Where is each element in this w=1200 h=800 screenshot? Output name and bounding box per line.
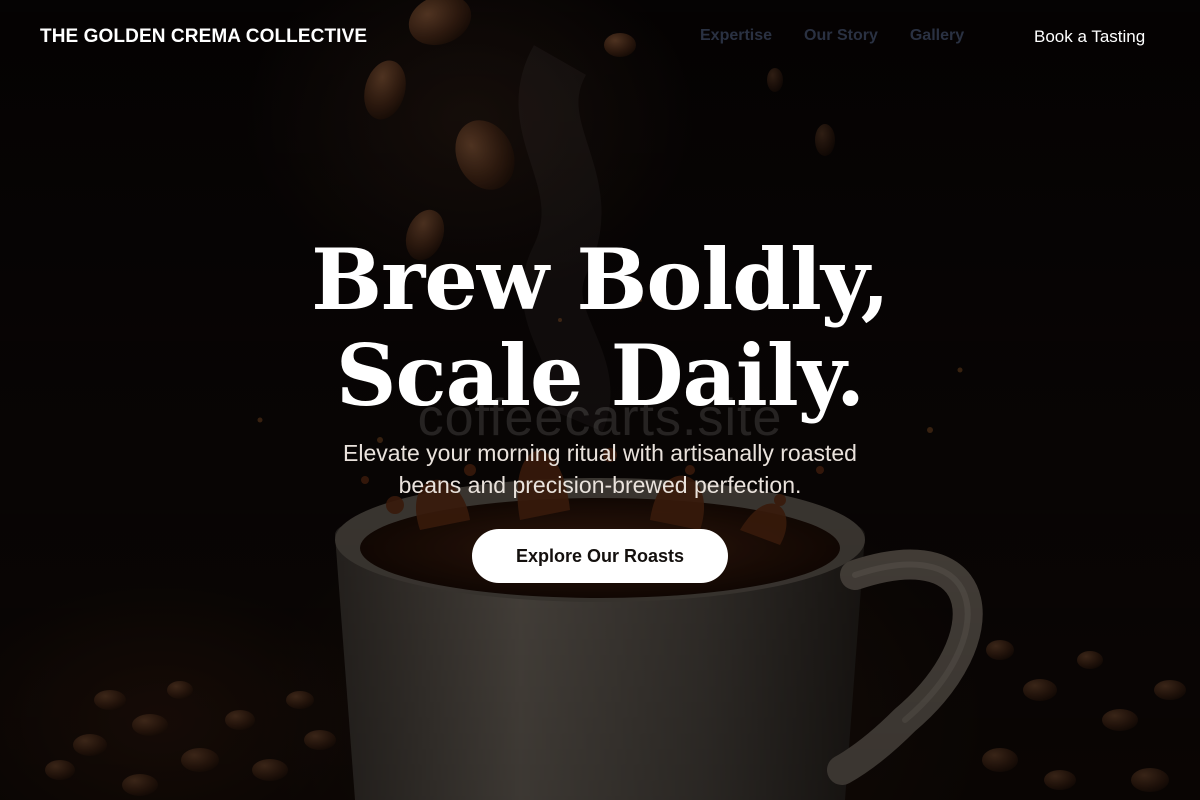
hero-section: coffeecarts.site THE GOLDEN CREMA COLLEC… [0,0,1200,800]
nav-link-our-story[interactable]: Our Story [804,27,878,45]
hero-subheading: Elevate your morning ritual with artisan… [0,437,1200,501]
nav-links: Expertise Our Story Gallery [700,27,964,45]
hero-headline-line: Scale Daily. [335,326,865,425]
top-navigation: THE GOLDEN CREMA COLLECTIVE Expertise Ou… [0,0,1200,76]
hero-subheading-line: beans and precision-brewed perfection. [398,472,802,498]
explore-roasts-button[interactable]: Explore Our Roasts [472,529,728,583]
nav-link-expertise[interactable]: Expertise [700,27,772,45]
hero-subheading-line: Elevate your morning ritual with artisan… [343,440,857,466]
nav-link-gallery[interactable]: Gallery [910,27,964,45]
brand-logo-link[interactable]: THE GOLDEN CREMA COLLECTIVE [40,26,367,48]
book-tasting-link[interactable]: Book a Tasting [1034,27,1145,47]
hero-headline-line: Brew Boldly, [311,230,890,329]
hero-headline: Brew Boldly, Scale Daily. [0,232,1200,424]
